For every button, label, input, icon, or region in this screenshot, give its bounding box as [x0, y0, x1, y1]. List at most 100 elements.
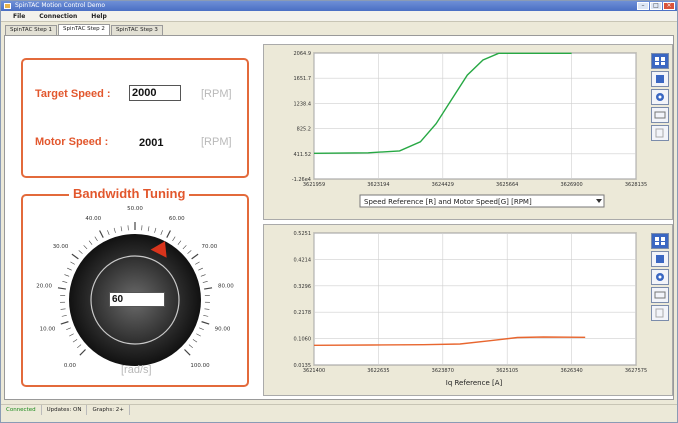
- app-icon: [4, 3, 11, 9]
- copy-icon[interactable]: [651, 305, 669, 321]
- plot-top-toolbar: [651, 53, 669, 141]
- y-tick-label: 411.52: [294, 152, 312, 158]
- y-tick-label: 825.2: [297, 127, 311, 133]
- knob-tick: [69, 333, 74, 337]
- knob-tick: [79, 349, 86, 356]
- zoom-in-icon[interactable]: [651, 233, 669, 249]
- knob-tick: [202, 281, 208, 283]
- y-tick-label: 1651.7: [294, 76, 312, 82]
- bandwidth-title: Bandwidth Tuning: [69, 186, 190, 201]
- y-tick-label: 2064.9: [294, 51, 312, 57]
- knob-tick: [147, 226, 150, 232]
- app-window: SpinTAC Motion Control Demo – □ × File C…: [0, 0, 678, 423]
- x-tick-label: 3628135: [625, 182, 647, 188]
- status-graphs: Graphs: 2+: [87, 405, 130, 415]
- minimize-button[interactable]: –: [637, 2, 649, 10]
- knob-tick: [66, 327, 71, 331]
- knob-tick: [99, 230, 104, 238]
- knob-tick: [172, 236, 176, 242]
- knob-tick: [188, 344, 193, 349]
- close-button[interactable]: ×: [663, 2, 675, 10]
- knob-tick: [192, 339, 198, 343]
- knob-tick: [195, 261, 200, 265]
- tab-step-3[interactable]: SpinTAC Step 3: [110, 25, 163, 35]
- status-bar: Connected Updates: ON Graphs: 2+: [1, 404, 677, 415]
- x-tick-label: 3623194: [367, 182, 389, 188]
- target-speed-label: Target Speed :: [35, 88, 111, 100]
- copy-icon[interactable]: [651, 125, 669, 141]
- knob-tick: [200, 274, 206, 277]
- bandwidth-knob[interactable]: 0.00 10.00 20.00 30.00 40.00 50.00 60.00 70.00 8…: [23, 196, 247, 385]
- y-tick-label: 0.3296: [294, 284, 312, 290]
- knob-tick: [199, 327, 204, 331]
- status-connected: Connected: [1, 405, 42, 415]
- x-tick-label: 3627575: [625, 368, 647, 374]
- knob-tick: [107, 230, 110, 236]
- target-speed-input[interactable]: 2000: [129, 85, 181, 101]
- knob-tick: [113, 227, 116, 233]
- tab-step-2[interactable]: SpinTAC Step 2: [57, 24, 110, 35]
- knob-scale-label: 0.00: [64, 363, 77, 369]
- x-tick-label: 3626340: [560, 368, 582, 374]
- knob-tick: [67, 267, 72, 271]
- pan-icon[interactable]: [651, 269, 669, 285]
- knob-scale-label: 50.00: [127, 206, 143, 212]
- knob-tick: [184, 349, 191, 356]
- menu-bar: File Connection Help: [1, 11, 677, 22]
- zoom-in-icon[interactable]: [651, 53, 669, 69]
- iq-plot[interactable]: 3621400 3622635 3623870 3625105 3626340 36275…: [264, 225, 672, 395]
- window-title: SpinTAC Motion Control Demo: [15, 2, 106, 9]
- motor-speed-label: Motor Speed :: [35, 136, 109, 148]
- knob-scale-label: 10.00: [40, 326, 56, 332]
- knob-tick: [203, 314, 209, 317]
- knob-tick: [72, 339, 78, 343]
- bandwidth-unit: [rad/s]: [121, 364, 152, 376]
- menu-connection[interactable]: Connection: [39, 13, 77, 20]
- tab-step-1[interactable]: SpinTAC Step 1: [5, 25, 57, 35]
- knob-tick: [120, 226, 123, 232]
- bandwidth-value-field[interactable]: 60: [109, 292, 165, 307]
- speed-plot[interactable]: 3621959 3623194 3624429 3625664 3626900 36281…: [264, 45, 672, 219]
- speed-group: Target Speed : 2000 [RPM] Motor Speed : …: [21, 58, 249, 178]
- knob-tick: [70, 261, 75, 265]
- knob-tick: [71, 253, 79, 260]
- knob-scale-label: 40.00: [85, 216, 101, 222]
- speed-plot-panel: 3621959 3623194 3624429 3625664 3626900 36281…: [263, 44, 673, 220]
- knob-tick: [177, 240, 182, 245]
- menu-help[interactable]: Help: [91, 13, 106, 20]
- plot-area: [313, 52, 637, 180]
- knob-tick: [154, 227, 157, 233]
- plot-bottom-toolbar: [651, 233, 669, 321]
- knob-tick: [187, 250, 192, 254]
- knob-tick: [204, 287, 213, 290]
- zoom-out-icon[interactable]: [651, 71, 669, 87]
- knob-tick: [166, 230, 171, 238]
- y-tick-label: 0.0135: [294, 363, 312, 369]
- knob-tick: [198, 267, 203, 271]
- knob-tick: [64, 274, 70, 277]
- menu-file[interactable]: File: [13, 13, 25, 20]
- y-tick-label: 1238.4: [294, 101, 312, 107]
- iq-plot-panel: 3621400 3622635 3623870 3625105 3626340 36275…: [263, 224, 673, 396]
- zoom-out-icon[interactable]: [651, 251, 669, 267]
- knob-tick: [62, 281, 68, 283]
- pan-icon[interactable]: [651, 89, 669, 105]
- knob-tick: [61, 314, 67, 317]
- knob-tick: [94, 236, 98, 242]
- motor-speed-unit: [RPM]: [201, 136, 232, 148]
- plot-label: Iq Reference [A]: [446, 379, 503, 387]
- y-tick-label: 0.5251: [294, 231, 312, 237]
- knob-tick: [77, 344, 82, 349]
- window-icon[interactable]: [651, 287, 669, 303]
- bandwidth-group: 0.00 10.00 20.00 30.00 40.00 50.00 60.00 70.00 8…: [21, 194, 249, 387]
- y-tick-label: 0.2178: [294, 310, 312, 316]
- knob-tick: [191, 253, 199, 260]
- window-icon[interactable]: [651, 107, 669, 123]
- control-panel: Target Speed : 2000 [RPM] Motor Speed : …: [5, 36, 261, 399]
- motor-speed-value: 2001: [139, 137, 164, 149]
- knob-tick: [160, 230, 163, 236]
- maximize-button[interactable]: □: [650, 2, 662, 10]
- knob-scale-label: 60.00: [169, 216, 185, 222]
- knob-scale-label: 30.00: [53, 244, 69, 250]
- knob-tick: [182, 245, 187, 250]
